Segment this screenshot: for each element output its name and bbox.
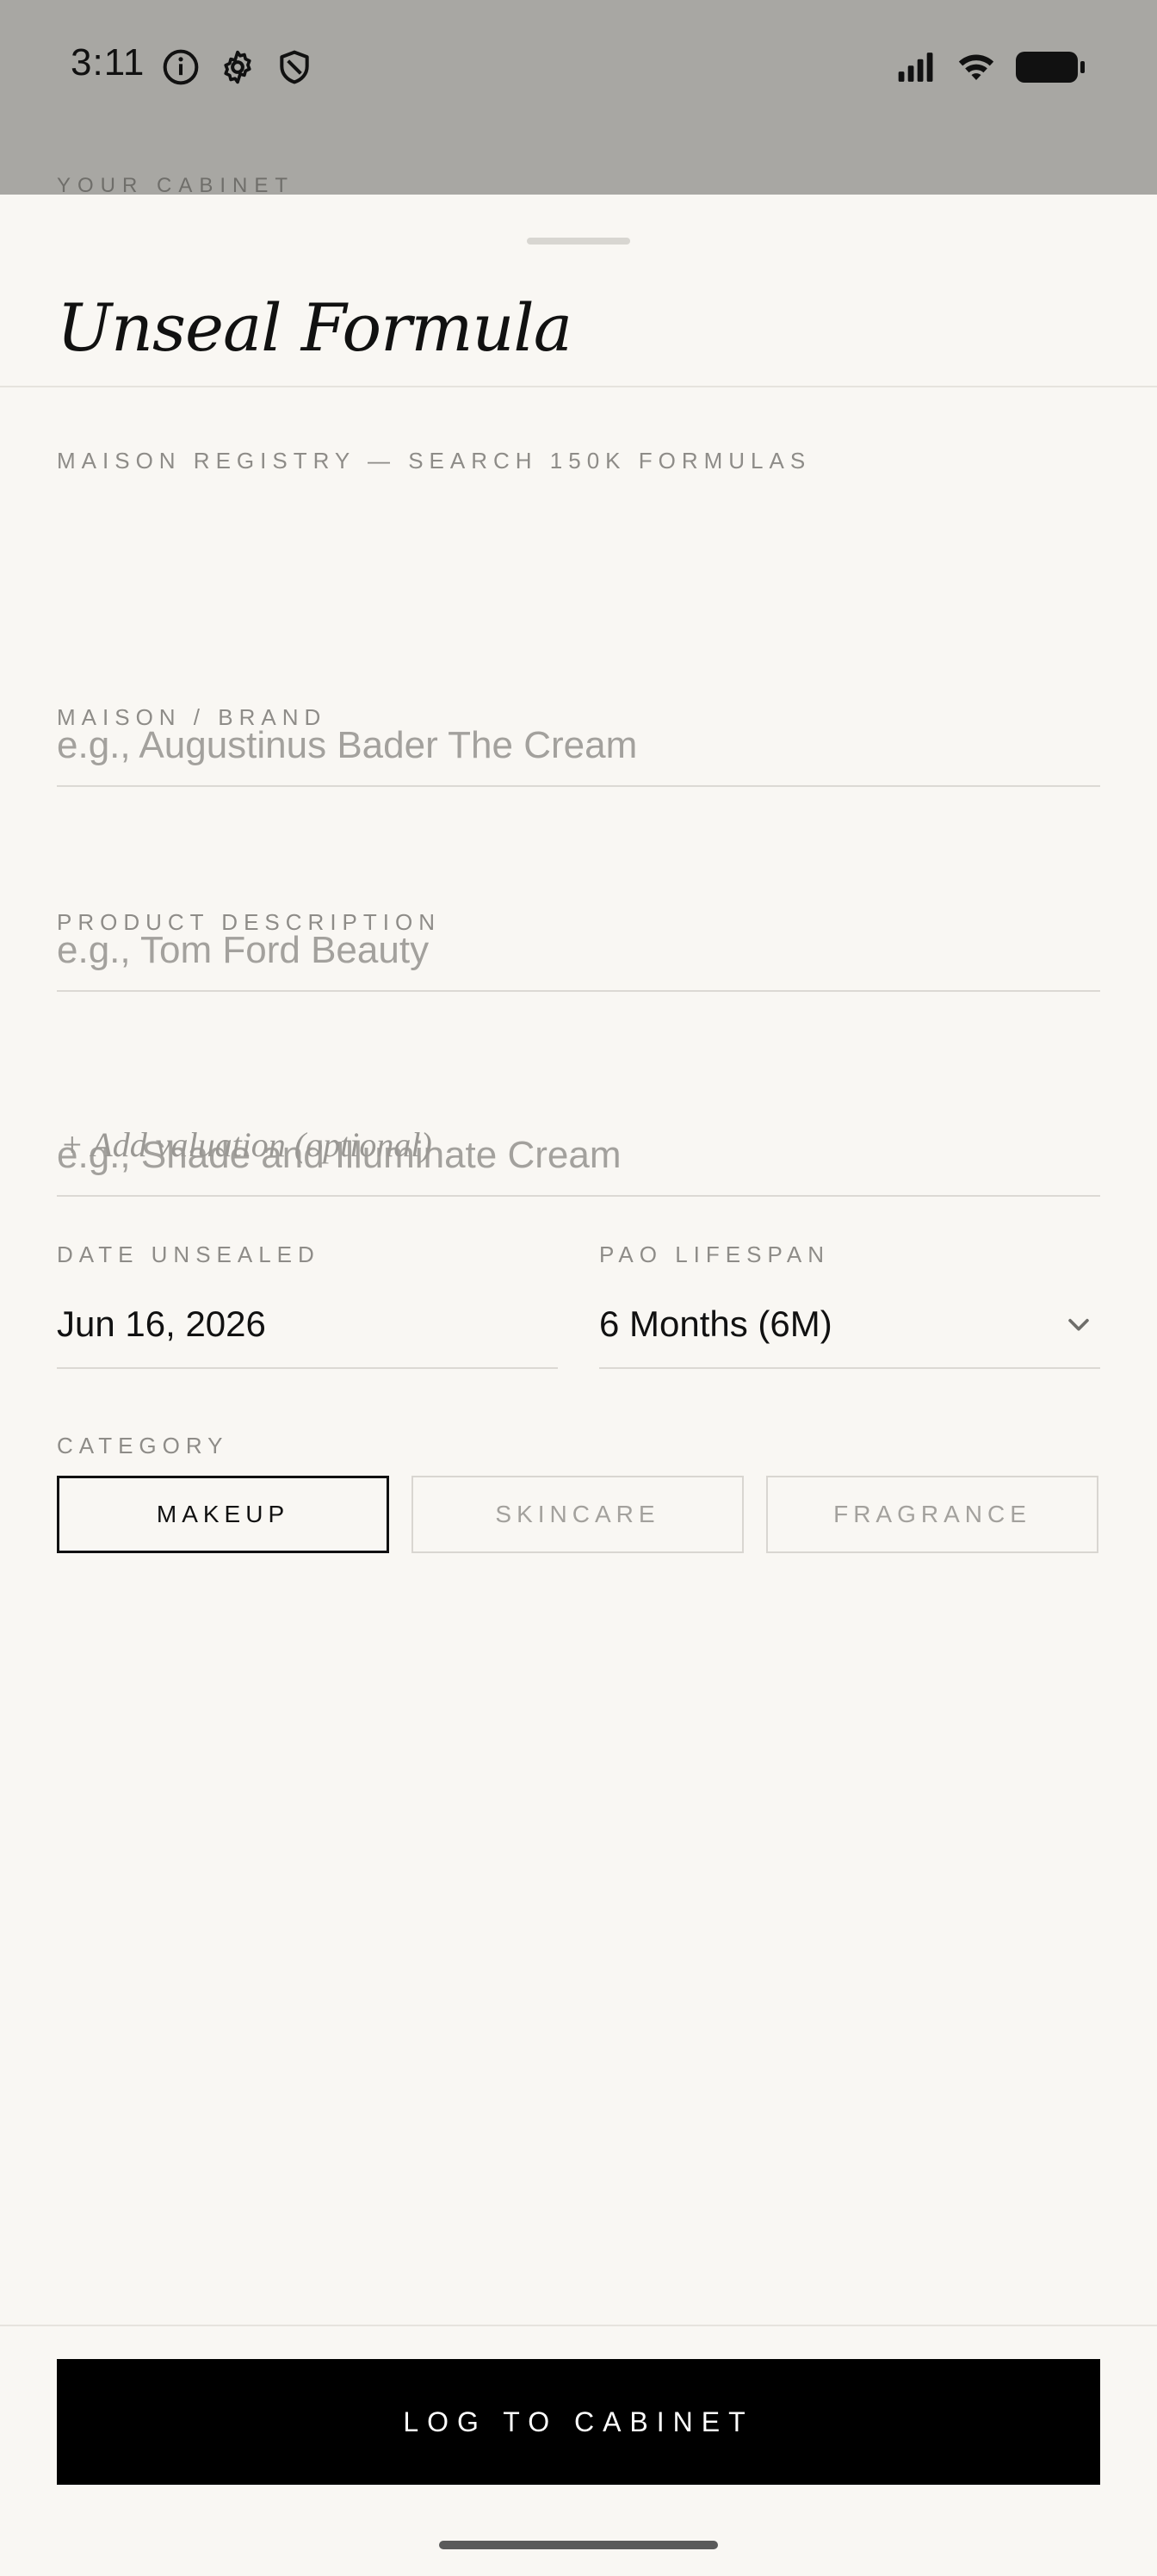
add-valuation-link[interactable]: + Add valuation (optional)	[60, 1124, 432, 1165]
gear-icon	[224, 50, 251, 84]
signal-icon	[898, 53, 933, 82]
pao-lifespan-label: PAO LIFESPAN	[599, 1242, 830, 1267]
sheet-drag-handle[interactable]	[527, 238, 630, 245]
status-bar: 3:11	[0, 0, 1157, 138]
description-label: PRODUCT DESCRIPTION	[57, 909, 441, 935]
category-fragrance-button[interactable]: FRAGRANCE	[766, 1476, 1098, 1553]
pao-lifespan-value: 6 Months (6M)	[599, 1303, 832, 1344]
brand-label: MAISON / BRAND	[57, 704, 327, 730]
info-icon	[163, 49, 199, 85]
log-to-cabinet-button[interactable]: LOG TO CABINET	[57, 2359, 1100, 2485]
shield-icon	[280, 50, 309, 84]
battery-icon	[1016, 52, 1085, 83]
wifi-icon	[958, 54, 994, 81]
date-unsealed-field[interactable]: Jun 16, 2026	[57, 1288, 558, 1369]
category-makeup-button[interactable]: MAKEUP	[57, 1476, 389, 1553]
registry-search-label: MAISON REGISTRY — SEARCH 150K FORMULAS	[57, 448, 812, 474]
category-label: CATEGORY	[57, 1433, 229, 1458]
home-indicator[interactable]	[439, 2541, 718, 2549]
status-time: 3:11	[71, 41, 145, 84]
title-divider	[0, 386, 1157, 387]
category-skincare-button[interactable]: SKINCARE	[411, 1476, 744, 1553]
sheet-title: Unseal Formula	[57, 289, 572, 366]
date-unsealed-label: DATE UNSEALED	[57, 1242, 320, 1267]
date-unsealed-value: Jun 16, 2026	[57, 1303, 266, 1344]
footer-divider	[0, 2325, 1157, 2326]
chevron-down-icon[interactable]	[1064, 1310, 1093, 1339]
pao-lifespan-select[interactable]: 6 Months (6M)	[599, 1288, 1100, 1369]
unseal-formula-sheet: Unseal Formula MAISON REGISTRY — SEARCH …	[0, 195, 1157, 2576]
